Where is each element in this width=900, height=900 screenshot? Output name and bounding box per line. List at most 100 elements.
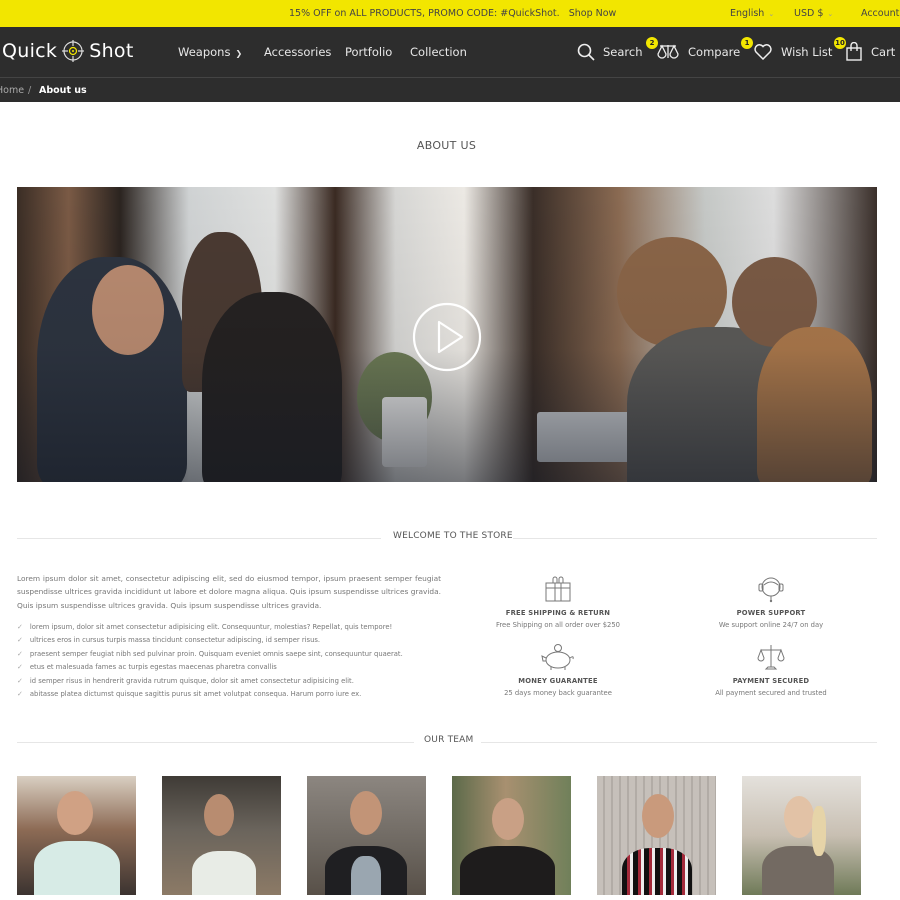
- feature-description: All payment secured and trusted: [715, 689, 827, 697]
- checklist-text: ultrices eros in cursus turpis massa tin…: [29, 636, 321, 645]
- person-head: [784, 796, 814, 838]
- logo-text-left: Quick: [2, 40, 58, 62]
- main-header: Quick Shot Weapons ❯ Accessories Portfoli…: [0, 27, 900, 77]
- currency-selector[interactable]: USD $ ⌄: [794, 8, 833, 19]
- feature-description: We support online 24/7 on day: [718, 621, 824, 629]
- checklist-text: etus et malesuada fames ac turpis egesta…: [29, 663, 277, 672]
- check-icon: ✓: [17, 636, 23, 645]
- chevron-down-icon: ⌄: [768, 10, 775, 18]
- language-label: English: [730, 8, 765, 19]
- chevron-down-icon: ❯: [235, 49, 243, 58]
- search-icon[interactable]: [577, 43, 595, 61]
- person-shirt: [351, 856, 381, 895]
- shop-now-link[interactable]: Shop Now: [569, 8, 617, 19]
- heart-icon[interactable]: [754, 44, 772, 60]
- nav-collection[interactable]: Collection: [410, 45, 467, 59]
- breadcrumb-home-link[interactable]: Home: [0, 85, 24, 96]
- person-body: [192, 851, 256, 895]
- piggy-bank-icon: [541, 644, 574, 670]
- headset-support-icon: [758, 577, 784, 603]
- team-member-photo-4[interactable]: [452, 776, 571, 895]
- person-head: [642, 794, 674, 838]
- breadcrumb: Home / About us: [0, 77, 900, 102]
- checklist-item: ✓ ultrices eros in cursus turpis massa ti…: [17, 634, 457, 647]
- feature-power-support: POWER SUPPORT We support online 24/7 on …: [671, 575, 871, 629]
- promo-text: 15% OFF on ALL PRODUCTS, PROMO CODE: #Qu…: [289, 8, 560, 19]
- promo-message: 15% OFF on ALL PRODUCTS, PROMO CODE: #Qu…: [289, 8, 616, 19]
- check-icon: ✓: [17, 663, 23, 672]
- feature-title: MONEY GUARANTEE: [518, 677, 598, 685]
- checklist-item: ✓ abitasse platea dictumst quisque sagitt…: [17, 688, 457, 701]
- checklist-item: ✓ praesent semper feugiat nibh sed pulvin…: [17, 648, 457, 661]
- feature-title: POWER SUPPORT: [736, 609, 806, 617]
- welcome-checklist: ✓ lorem ipsum, dolor sit amet consectetur…: [17, 621, 457, 701]
- nav-label: Accessories: [264, 45, 332, 59]
- search-button[interactable]: Search: [603, 45, 643, 59]
- page-title: ABOUT US: [416, 139, 477, 152]
- nav-accessories[interactable]: Accessories: [264, 45, 331, 59]
- language-selector[interactable]: English ⌄: [730, 8, 774, 19]
- crosshair-logo-icon: [62, 40, 85, 62]
- logo[interactable]: Quick Shot: [2, 39, 134, 63]
- welcome-intro-text: Lorem ipsum dolor sit amet, consectetur …: [17, 574, 441, 610]
- breadcrumb-current: About us: [39, 85, 87, 96]
- checklist-text: abitasse platea dictumst quisque sagitti…: [29, 689, 362, 698]
- feature-payment-secured: PAYMENT SECURED All payment secured and …: [671, 643, 871, 697]
- checklist-item: ✓ lorem ipsum, dolor sit amet consectetur…: [17, 621, 457, 634]
- logo-text-right: Shot: [89, 40, 134, 62]
- feature-description: 25 days money back guarantee: [504, 689, 612, 697]
- nav-portfolio[interactable]: Portfolio: [345, 45, 392, 59]
- divider-line: [17, 742, 414, 743]
- compare-scales-icon[interactable]: [657, 43, 679, 61]
- team-member-photo-6[interactable]: [742, 776, 861, 895]
- checklist-text: lorem ipsum, dolor sit amet consectetur …: [29, 623, 393, 631]
- play-icon[interactable]: [412, 302, 482, 372]
- feature-title: PAYMENT SECURED: [732, 677, 810, 685]
- wishlist-count-badge: 1: [741, 37, 753, 49]
- person-body: [34, 841, 120, 895]
- person-head: [204, 794, 234, 836]
- promo-bar: 15% OFF on ALL PRODUCTS, PROMO CODE: #Qu…: [0, 0, 900, 27]
- account-link[interactable]: Account: [861, 8, 899, 19]
- check-icon: ✓: [17, 676, 23, 685]
- cart-button[interactable]: Cart: [871, 45, 895, 59]
- team-section-heading: OUR TEAM: [17, 735, 877, 749]
- team-member-photo-2[interactable]: [162, 776, 281, 895]
- person-hair: [812, 806, 826, 856]
- feature-description: Free Shipping on all order over $250: [495, 621, 621, 629]
- nav-label: Portfolio: [345, 45, 393, 59]
- cart-count-badge: 10: [834, 37, 846, 49]
- divider-line: [513, 538, 877, 539]
- checklist-text: praesent semper feugiat nibh sed pulvina…: [29, 649, 403, 658]
- person-body: [460, 846, 555, 895]
- check-icon: ✓: [17, 623, 23, 631]
- team-member-photo-1[interactable]: [17, 776, 136, 895]
- person-head: [57, 791, 93, 835]
- checklist-item: ✓ id semper risus in hendrerit gravida ru…: [17, 675, 457, 688]
- divider-line: [481, 742, 877, 743]
- welcome-section-heading: WELCOME TO THE STORE: [17, 531, 877, 545]
- search-label: Search: [603, 45, 643, 59]
- wishlist-button[interactable]: Wish List: [781, 45, 832, 59]
- divider-line: [17, 538, 381, 539]
- feature-free-shipping: FREE SHIPPING & RETURN Free Shipping on …: [458, 575, 658, 629]
- breadcrumb-separator: /: [28, 85, 32, 96]
- compare-label: Compare: [688, 45, 741, 59]
- currency-label: USD $: [794, 8, 824, 19]
- person-body: [622, 848, 692, 895]
- team-member-photo-3[interactable]: [307, 776, 426, 895]
- compare-button[interactable]: Compare: [688, 45, 740, 59]
- team-heading: OUR TEAM: [424, 735, 474, 745]
- welcome-heading: WELCOME TO THE STORE: [393, 531, 513, 541]
- account-label: Account: [861, 8, 900, 19]
- team-member-photo-5[interactable]: [597, 776, 716, 895]
- cart-label: Cart: [871, 45, 896, 59]
- nav-weapons[interactable]: Weapons ❯: [178, 45, 242, 59]
- check-icon: ✓: [17, 649, 23, 658]
- person-head: [350, 791, 382, 835]
- feature-money-guarantee: MONEY GUARANTEE 25 days money back guara…: [458, 643, 658, 697]
- wishlist-label: Wish List: [781, 45, 833, 59]
- shopping-bag-icon[interactable]: [846, 42, 862, 61]
- nav-label: Collection: [410, 45, 467, 59]
- feature-title: FREE SHIPPING & RETURN: [505, 609, 611, 617]
